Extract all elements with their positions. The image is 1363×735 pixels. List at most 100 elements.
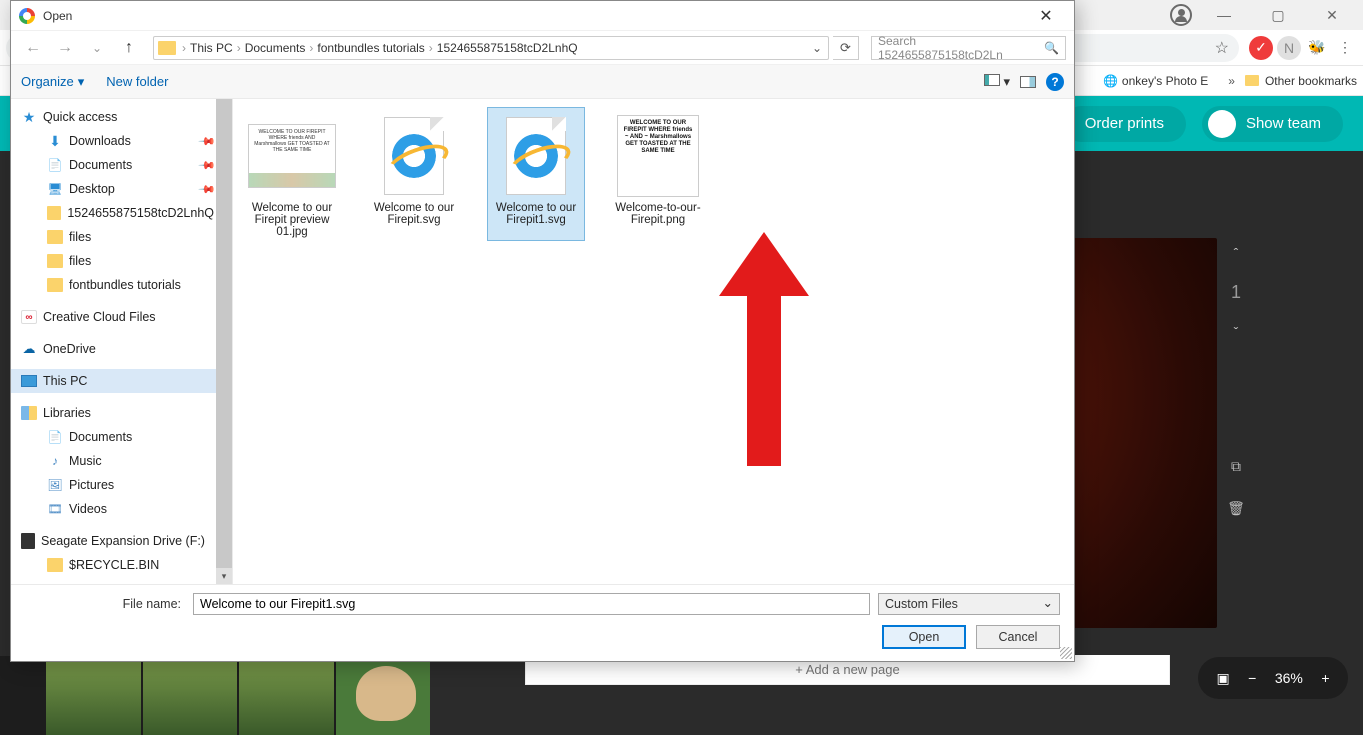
bookmark-overflow-icon[interactable]: » [1228,74,1235,88]
breadcrumb[interactable]: › This PC› Documents› fontbundles tutori… [153,36,829,60]
maximize-button[interactable]: ▢ [1255,0,1301,30]
view-mode-button[interactable]: ▾ [984,74,1010,90]
organize-menu[interactable]: Organize ▾ [21,74,84,90]
file-name: Welcome to our Firepit preview 01.jpg [246,202,338,238]
nav-up-button[interactable]: ↑ [115,35,143,61]
thumbnail[interactable] [239,656,334,735]
folder-icon [47,558,63,572]
breadcrumb-segment[interactable]: 1524655875158tcD2LnhQ [437,41,578,55]
bottom-thumbnails [0,656,430,735]
nav-back-button[interactable]: ← [19,35,47,61]
breadcrumb-segment[interactable]: fontbundles tutorials [317,41,424,55]
present-icon[interactable]: ▣ [1216,670,1229,687]
tree-folder[interactable]: fontbundles tutorials [11,273,232,297]
download-icon: ⬇ [47,134,63,148]
file-type-filter[interactable]: Custom Files [878,593,1060,615]
other-bookmarks[interactable]: Other bookmarks [1245,74,1357,88]
thumbnail[interactable] [143,656,238,735]
folder-icon [47,206,61,220]
file-open-dialog: Open ✕ ← → ⌄ ↑ › This PC› Documents› fon… [10,0,1075,662]
zoom-value[interactable]: 36% [1275,670,1303,686]
tree-recycle[interactable]: $RECYCLE.BIN [11,553,232,577]
cancel-button[interactable]: Cancel [976,625,1060,649]
tree-lib-pictures[interactable]: 🖼Pictures [11,473,232,497]
new-folder-button[interactable]: New folder [106,74,168,89]
tree-folder[interactable]: 1524655875158tcD2LnhQ [11,201,232,225]
zoom-control: ▣ − 36% + [1198,657,1348,699]
extension-icon-grey[interactable]: N [1277,36,1301,60]
folder-icon [47,230,63,244]
duplicate-page-icon[interactable]: ⧉ [1221,451,1251,481]
tree-lib-documents[interactable]: 📄Documents [11,425,232,449]
tree-creative-cloud[interactable]: ∞Creative Cloud Files [11,305,232,329]
minimize-button[interactable]: — [1201,0,1247,30]
tree-onedrive[interactable]: ☁OneDrive [11,337,232,361]
folder-icon [158,41,176,55]
tree-scrollbar[interactable]: ▾ [216,99,232,584]
tree-folder[interactable]: files [11,249,232,273]
file-item-selected[interactable]: Welcome to our Firepit1.svg [487,107,585,241]
star-icon: ★ [21,110,37,124]
page-up-button[interactable]: ˆ [1221,238,1251,268]
thumbnail[interactable] [336,656,431,735]
desktop-icon: 🖥 [47,182,63,196]
file-list[interactable]: WELCOME TO OUR FIREPIT WHERE friends AND… [233,99,1074,584]
profile-icon[interactable] [1169,3,1193,27]
extension-icon-bee[interactable]: 🐝 [1305,36,1329,60]
resize-grip[interactable] [1060,647,1072,659]
folder-tree[interactable]: ★Quick access ⬇ Downloads 📌 📄Documents📌 🖥D… [11,99,233,584]
nav-forward-button[interactable]: → [51,35,79,61]
delete-page-icon[interactable]: 🗑 [1221,493,1251,523]
png-thumbnail: WELCOME TO OUR FIREPIT WHERE friends ~ A… [617,115,699,197]
folder-icon [47,278,63,292]
pc-icon [21,375,37,387]
chrome-icon [19,8,35,24]
search-input[interactable]: Search 1524655875158tcD2Ln 🔍 [871,36,1066,60]
tree-seagate-drive[interactable]: Seagate Expansion Drive (F:) [11,529,232,553]
window-close-button[interactable]: ✕ [1309,0,1355,30]
file-item[interactable]: WELCOME TO OUR FIREPIT WHERE friends ~ A… [609,107,707,241]
svg-thumbnail [506,117,566,195]
thumbnail[interactable] [46,656,141,735]
file-item[interactable]: Welcome to our Firepit.svg [365,107,463,241]
scrollbar-thumb[interactable] [216,99,232,579]
document-icon: 📄 [47,430,63,444]
open-button[interactable]: Open [882,625,966,649]
tree-this-pc[interactable]: This PC [11,369,232,393]
filename-input[interactable] [193,593,870,615]
breadcrumb-segment[interactable]: Documents [245,41,306,55]
tree-quick-access[interactable]: ★Quick access [11,105,232,129]
onedrive-icon: ☁ [21,342,37,356]
tree-label: This PC [43,374,87,388]
dialog-close-button[interactable]: ✕ [1026,2,1066,30]
organize-label: Organize [21,74,74,89]
file-item[interactable]: WELCOME TO OUR FIREPIT WHERE friends AND… [243,107,341,241]
zoom-in-button[interactable]: + [1321,670,1329,686]
nav-recent-button[interactable]: ⌄ [83,35,111,61]
breadcrumb-segment[interactable]: This PC [190,41,233,55]
breadcrumb-dropdown-icon[interactable]: ⌄ [806,41,828,55]
order-prints-button[interactable]: Order prints [1063,106,1186,142]
tree-documents[interactable]: 📄Documents📌 [11,153,232,177]
help-icon[interactable]: ? [1046,73,1064,91]
preview-pane-button[interactable] [1020,76,1036,88]
tree-desktop[interactable]: 🖥Desktop📌 [11,177,232,201]
show-team-button[interactable]: Show team [1202,106,1343,142]
creative-cloud-icon: ∞ [21,310,37,324]
tree-lib-videos[interactable]: 🎞Videos [11,497,232,521]
bookmark-item[interactable]: 🌐 onkey's Photo E [1103,74,1208,88]
pin-icon: 📌 [198,156,217,175]
page-down-button[interactable]: ˇ [1221,317,1251,347]
tree-folder[interactable]: files [11,225,232,249]
tree-label: Downloads [69,134,131,148]
chrome-menu-icon[interactable]: ⋮ [1333,36,1357,60]
zoom-out-button[interactable]: − [1248,670,1256,686]
tree-libraries[interactable]: Libraries [11,401,232,425]
scrollbar-down-icon[interactable]: ▾ [216,568,232,584]
extension-icon-red[interactable]: ✓ [1249,36,1273,60]
avatar [1208,110,1236,138]
bookmark-star-icon[interactable]: ☆ [1215,38,1229,58]
tree-lib-music[interactable]: ♪Music [11,449,232,473]
refresh-button[interactable]: ⟳ [833,36,859,60]
tree-downloads[interactable]: ⬇Downloads📌 [11,129,232,153]
